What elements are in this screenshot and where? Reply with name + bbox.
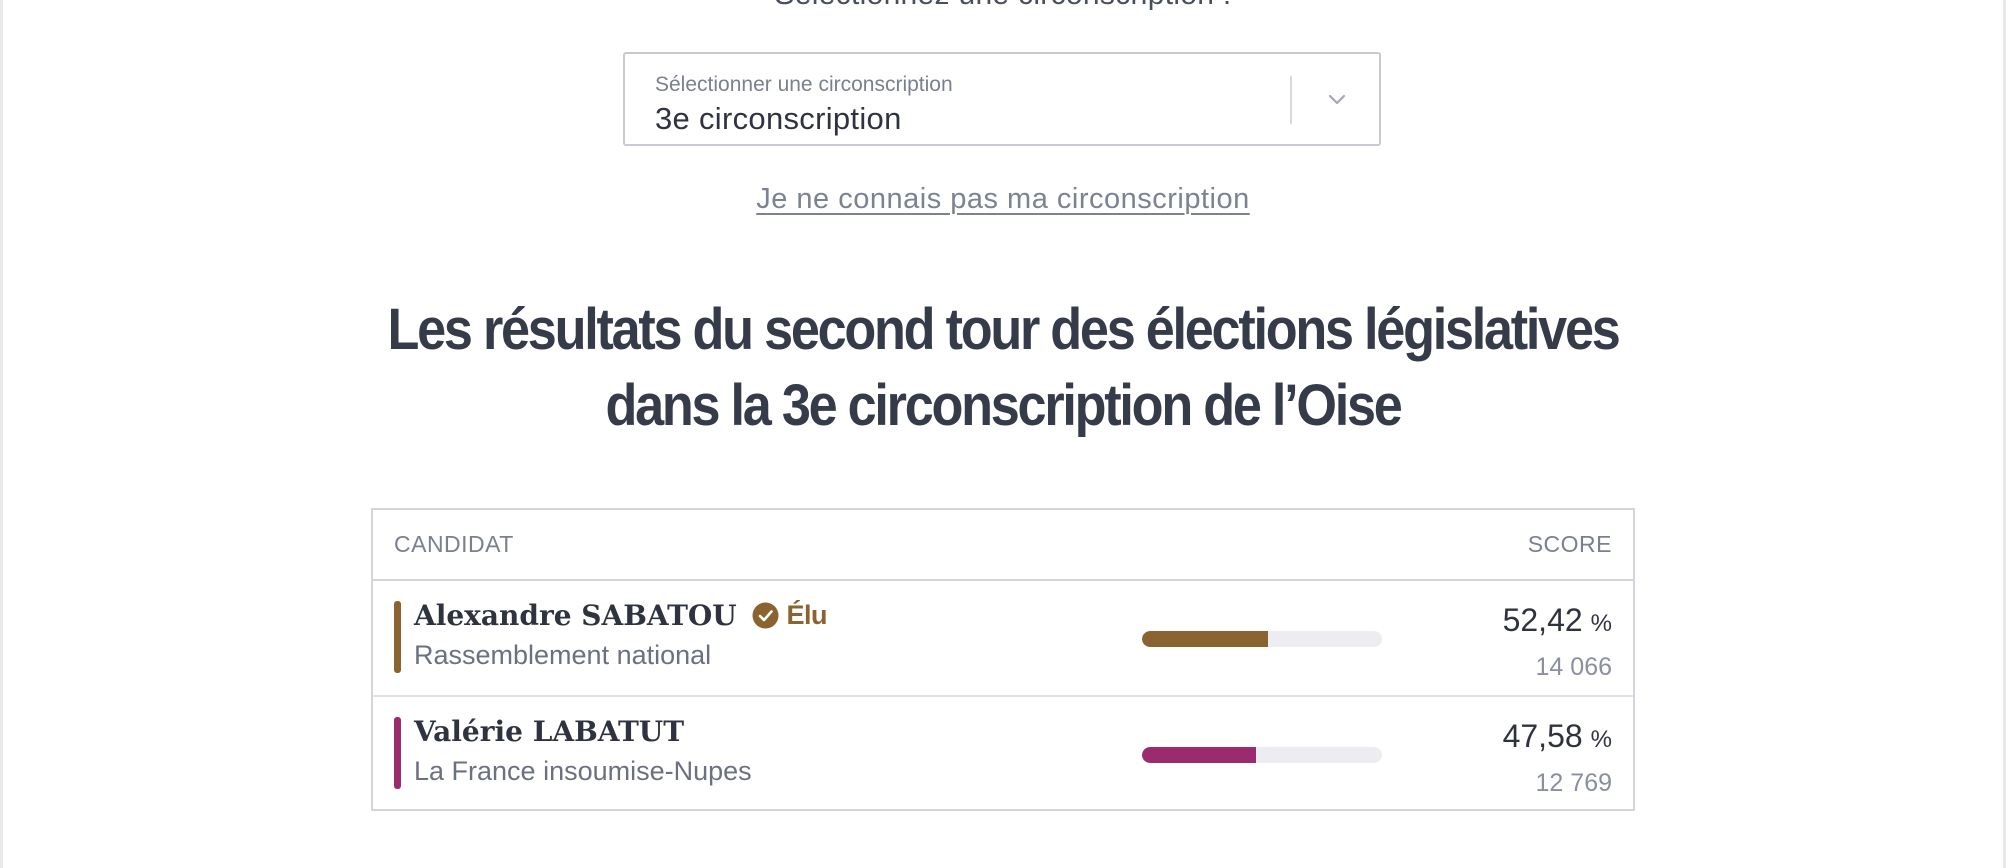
- candidate-name: Valérie LABATUT: [414, 715, 685, 748]
- candidate-name-line: Valérie LABATUT: [414, 715, 684, 748]
- elected-badge: Élu: [752, 600, 827, 631]
- select-value: 3e circonscription: [655, 101, 902, 136]
- percent-unit: %: [1590, 610, 1612, 637]
- score-percentage-value: 52,42: [1502, 602, 1583, 638]
- candidate-party: Rassemblement national: [414, 640, 712, 670]
- candidate-row: Valérie LABATUT La France insoumise-Nupe…: [373, 697, 1633, 811]
- table-header: CANDIDAT SCORE: [373, 510, 1633, 581]
- score-percentage-value: 47,58: [1502, 718, 1583, 754]
- results-page: Sélectionnez une circonscription : Sélec…: [0, 0, 2006, 868]
- left-edge: [0, 0, 3, 868]
- score-bar-track: [1142, 631, 1382, 647]
- candidate-party: La France insoumise-Nupes: [414, 756, 752, 786]
- vote-count: 12 769: [1535, 769, 1612, 797]
- help-link-container: Je ne connais pas ma circonscription: [0, 183, 2006, 216]
- chevron-down-icon[interactable]: [1315, 78, 1359, 122]
- circonscription-select[interactable]: Sélectionner une circonscription 3e circ…: [623, 52, 1381, 146]
- title-line-2: dans la 3e circonscription de l’Oise: [605, 373, 1402, 438]
- party-color-bar: [394, 601, 401, 673]
- elected-label: Élu: [786, 600, 827, 630]
- column-header-candidat: CANDIDAT: [394, 531, 514, 557]
- candidate-row: Alexandre SABATOU Élu Rassemblement nati…: [373, 581, 1633, 697]
- select-prompt: Sélectionnez une circonscription :: [0, 0, 2006, 12]
- column-header-score: SCORE: [1527, 531, 1612, 557]
- select-label: Sélectionner une circonscription: [655, 73, 953, 96]
- results-table: CANDIDAT SCORE Alexandre SABATOU Élu Ras…: [371, 508, 1635, 811]
- candidate-name: Alexandre SABATOU: [414, 599, 737, 632]
- select-divider: [1290, 76, 1292, 124]
- score-bar-track: [1142, 747, 1382, 763]
- percent-unit: %: [1590, 726, 1612, 753]
- title-line-1: Les résultats du second tour des électio…: [387, 297, 1620, 362]
- score-bar-fill: [1142, 631, 1268, 647]
- score-percentage: 52,42%: [1503, 602, 1612, 639]
- unknown-circonscription-link[interactable]: Je ne connais pas ma circonscription: [756, 183, 1250, 215]
- score-percentage: 47,58%: [1503, 718, 1612, 755]
- page-title: Les résultats du second tour des électio…: [100, 292, 1905, 444]
- score-bar-fill: [1142, 747, 1257, 763]
- check-circle-icon: [752, 602, 779, 629]
- candidate-name-line: Alexandre SABATOU Élu: [414, 599, 827, 632]
- party-color-bar: [394, 717, 401, 789]
- vote-count: 14 066: [1535, 653, 1612, 681]
